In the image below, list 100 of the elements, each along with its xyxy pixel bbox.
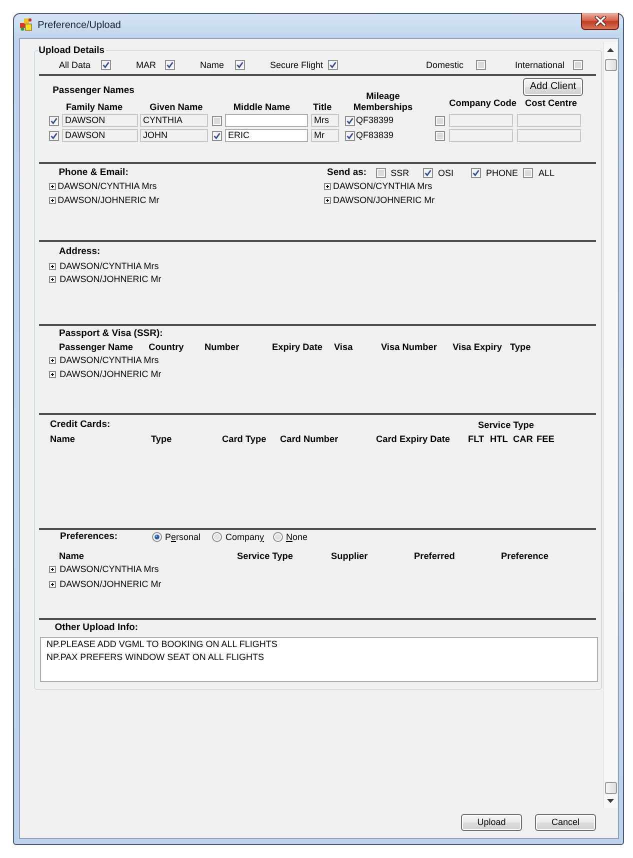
expand-icon[interactable]	[324, 196, 331, 204]
radio-button[interactable]	[152, 532, 162, 542]
column-header: Mileage Memberships	[352, 91, 414, 114]
column-header: Number	[204, 342, 240, 353]
scrollbar-thumb[interactable]	[604, 782, 616, 794]
tree-item[interactable]: DAWSON/CYNTHIA Mrs	[58, 180, 157, 192]
checkbox[interactable]	[100, 60, 111, 70]
expand-icon[interactable]	[48, 566, 56, 573]
text-field[interactable]	[224, 114, 308, 128]
column-header: Preferred	[414, 550, 456, 562]
column-header: Card Type	[222, 434, 268, 445]
column-header: Middle Name	[233, 102, 290, 114]
radio-button[interactable]	[212, 532, 222, 542]
checkbox[interactable]	[523, 168, 534, 178]
column-header: CAR	[512, 434, 534, 445]
checkbox[interactable]	[48, 130, 59, 141]
column-header: Family Name	[66, 102, 123, 114]
column-header: Passenger Name	[58, 342, 134, 353]
expand-icon[interactable]	[324, 182, 331, 190]
text-field[interactable]: ERIC	[224, 129, 308, 142]
scrollbar[interactable]	[603, 42, 617, 808]
down-arrow-icon[interactable]	[607, 799, 614, 803]
column-header: Preference	[500, 550, 550, 562]
window-title: Preference/Upload	[38, 19, 121, 32]
column-header: Name	[58, 550, 86, 562]
checkbox[interactable]	[48, 116, 59, 126]
tree-item[interactable]: DAWSON/JOHNERIC Mr	[58, 194, 160, 206]
expand-icon[interactable]	[48, 276, 56, 284]
close-icon[interactable]	[594, 16, 606, 26]
column-header: Given Name	[150, 102, 203, 114]
column-header: Service Type	[476, 420, 535, 431]
column-header: Visa Expiry	[452, 342, 503, 353]
checkbox-label: OSI	[438, 168, 454, 179]
column-header: HTL	[490, 434, 509, 445]
checkbox[interactable]	[164, 60, 175, 70]
expand-icon[interactable]	[48, 196, 56, 204]
column-header: Country	[148, 342, 185, 353]
radio-label[interactable]: Company	[225, 532, 264, 543]
column-header: Type	[510, 342, 532, 353]
column-header: Company Code	[449, 98, 516, 110]
checkbox-label: Domestic	[426, 60, 464, 71]
column-header: FLT	[468, 434, 486, 445]
checkbox[interactable]	[422, 168, 433, 178]
scrollbar-thumb[interactable]	[604, 58, 616, 72]
text-area[interactable]: NP.PLEASE ADD VGML TO BOOKING ON ALL FLIGHTS NP.PAX PREFERS WINDOW SEAT ON ALL FLIGHTS	[40, 636, 598, 682]
column-header: Name	[50, 434, 76, 445]
text-line: NP.PAX PREFERS WINDOW SEAT ON ALL FLIGHTS	[46, 650, 266, 664]
checkbox[interactable]	[572, 60, 583, 70]
expand-icon[interactable]	[48, 370, 56, 378]
tree-item[interactable]: DAWSON/CYNTHIA Mrs	[60, 260, 159, 272]
checkbox-label: PHONE	[486, 168, 518, 179]
expand-icon[interactable]	[48, 182, 56, 190]
column-header: Visa	[334, 342, 354, 353]
group-title: Upload Details	[38, 44, 106, 57]
checkbox-label: All Data	[58, 60, 90, 71]
column-header: Card Expiry Date	[376, 434, 452, 445]
app-icon	[20, 18, 32, 31]
section-title: Passenger Names	[52, 85, 136, 98]
checkbox[interactable]	[470, 168, 481, 178]
tree-item[interactable]: DAWSON/JOHNERIC Mr	[60, 274, 162, 286]
section-title: Address:	[58, 246, 100, 258]
cancel-button[interactable]: Cancel	[535, 814, 596, 831]
checkbox[interactable]	[328, 60, 338, 70]
field-label: Send as:	[326, 167, 368, 180]
upload-button[interactable]: Upload	[461, 814, 522, 831]
checkbox[interactable]	[344, 116, 355, 126]
add-client-button[interactable]: Add Client	[522, 78, 583, 96]
checkbox[interactable]	[212, 130, 222, 141]
expand-icon[interactable]	[48, 581, 56, 588]
checkbox-label: Secure Flight	[270, 60, 324, 71]
checkbox[interactable]	[344, 130, 355, 141]
radio-button[interactable]	[272, 532, 283, 542]
radio-label[interactable]: Personal	[164, 532, 201, 543]
checkbox[interactable]	[476, 60, 486, 70]
checkbox[interactable]	[212, 116, 222, 126]
expand-icon[interactable]	[48, 357, 56, 364]
checkbox[interactable]	[376, 168, 386, 178]
section-title: Other Upload Info:	[54, 622, 138, 634]
membership-number: QF38399	[356, 115, 395, 126]
column-header: FEE	[536, 434, 556, 445]
column-header: Type	[150, 434, 173, 445]
section-title: Passport & Visa (SSR):	[58, 328, 163, 340]
text-line: NP.PLEASE ADD VGML TO BOOKING ON ALL FLIGHTS	[46, 638, 278, 651]
tree-item[interactable]: DAWSON/JOHNERIC Mr	[60, 579, 162, 590]
column-header: Title	[312, 102, 332, 114]
tree-item[interactable]: DAWSON/CYNTHIA Mrs	[60, 355, 159, 366]
radio-label[interactable]: None	[286, 532, 308, 543]
tree-item[interactable]: DAWSON/CYNTHIA Mrs	[60, 564, 159, 575]
checkbox-label: Name	[200, 60, 224, 71]
section-title: Phone & Email:	[58, 167, 128, 180]
up-arrow-icon[interactable]	[607, 48, 614, 52]
tree-item[interactable]: DAWSON/JOHNERIC Mr	[332, 194, 435, 206]
close-button[interactable]	[581, 13, 619, 30]
checkbox-label: ALL	[538, 168, 554, 179]
column-header: Card Number	[280, 434, 340, 445]
tree-item[interactable]: DAWSON/JOHNERIC Mr	[60, 368, 162, 380]
tree-item[interactable]: DAWSON/CYNTHIA Mrs	[332, 180, 432, 192]
checkbox-label: SSR	[390, 168, 410, 179]
expand-icon[interactable]	[48, 262, 56, 270]
checkbox[interactable]	[234, 60, 245, 70]
